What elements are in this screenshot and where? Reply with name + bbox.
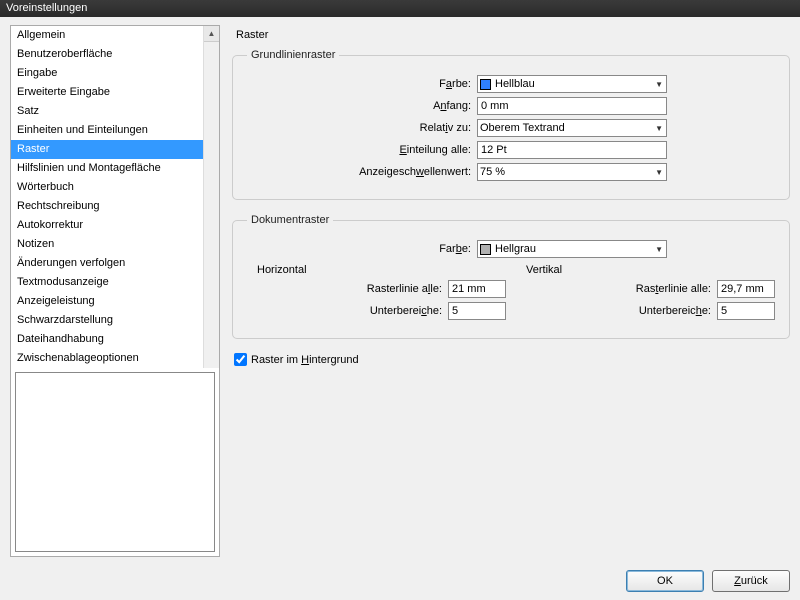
- back-button[interactable]: Zurück: [712, 570, 790, 592]
- sidebar-item-hilfslinien-und-montagefl-che[interactable]: Hilfslinien und Montagefläche: [11, 159, 219, 178]
- dialog-footer: OK Zurück: [626, 570, 790, 592]
- chevron-down-icon: ▼: [655, 245, 663, 254]
- sidebar-item-satz[interactable]: Satz: [11, 102, 219, 121]
- h-gridline-label: Rasterlinie alle:: [367, 283, 448, 295]
- sidebar-item-erweiterte-eingabe[interactable]: Erweiterte Eingabe: [11, 83, 219, 102]
- document-color-label: Farbe:: [247, 243, 477, 255]
- vertical-title: Vertikal: [526, 264, 775, 276]
- color-swatch-icon: [480, 244, 491, 255]
- grids-in-back-row: Raster im Hintergrund: [234, 353, 788, 366]
- grids-in-back-checkbox[interactable]: [234, 353, 247, 366]
- baseline-increment-input[interactable]: [477, 141, 667, 159]
- category-list: AllgemeinBenutzeroberflächeEingabeErweit…: [11, 26, 219, 368]
- sidebar-item-anzeigeleistung[interactable]: Anzeigeleistung: [11, 292, 219, 311]
- baseline-start-input[interactable]: [477, 97, 667, 115]
- v-gridline-input[interactable]: [717, 280, 775, 298]
- chevron-down-icon: ▼: [655, 168, 663, 177]
- baseline-increment-label: Einteilung alle:: [247, 144, 477, 156]
- grids-in-back-label[interactable]: Raster im Hintergrund: [251, 354, 359, 366]
- sidebar-item-allgemein[interactable]: Allgemein: [11, 26, 219, 45]
- horizontal-title: Horizontal: [257, 264, 506, 276]
- ok-button[interactable]: OK: [626, 570, 704, 592]
- v-sub-input[interactable]: [717, 302, 775, 320]
- baseline-relative-label: Relativ zu:: [247, 122, 477, 134]
- sidebar-item-textmodusanzeige[interactable]: Textmodusanzeige: [11, 273, 219, 292]
- sidebar-item-eingabe[interactable]: Eingabe: [11, 64, 219, 83]
- vertical-column: Vertikal Rasterlinie alle: Unterbereiche…: [516, 264, 775, 324]
- sidebar-preview-box: [15, 372, 215, 552]
- baseline-grid-group: Grundlinienraster Farbe: Hellblau ▼ Anfa…: [232, 49, 790, 200]
- window-titlebar: Voreinstellungen: [0, 0, 800, 17]
- window-title: Voreinstellungen: [6, 2, 87, 14]
- v-gridline-label: Rasterlinie alle:: [636, 283, 717, 295]
- document-grid-legend: Dokumentraster: [247, 214, 333, 226]
- sidebar-item--nderungen-verfolgen[interactable]: Änderungen verfolgen: [11, 254, 219, 273]
- h-sub-input[interactable]: [448, 302, 506, 320]
- document-grid-group: Dokumentraster Farbe: Hellgrau ▼ Horizon…: [232, 214, 790, 339]
- sidebar-item-autokorrektur[interactable]: Autokorrektur: [11, 216, 219, 235]
- page-title: Raster: [236, 29, 790, 41]
- sidebar-item-w-rterbuch[interactable]: Wörterbuch: [11, 178, 219, 197]
- h-sub-label: Unterbereiche:: [370, 305, 448, 317]
- horizontal-column: Horizontal Rasterlinie alle: Unterbereic…: [247, 264, 506, 324]
- baseline-threshold-dropdown[interactable]: 75 % ▼: [477, 163, 667, 181]
- sidebar-item-benutzeroberfl-che[interactable]: Benutzeroberfläche: [11, 45, 219, 64]
- chevron-down-icon: ▼: [655, 124, 663, 133]
- sidebar-item-dateihandhabung[interactable]: Dateihandhabung: [11, 330, 219, 349]
- baseline-threshold-label: Anzeigeschwellenwert:: [247, 166, 477, 178]
- v-sub-label: Unterbereiche:: [639, 305, 717, 317]
- sidebar-item-schwarzdarstellung[interactable]: Schwarzdarstellung: [11, 311, 219, 330]
- color-swatch-icon: [480, 79, 491, 90]
- sidebar-item-zwischenablageoptionen[interactable]: Zwischenablageoptionen: [11, 349, 219, 368]
- category-sidebar: AllgemeinBenutzeroberflächeEingabeErweit…: [10, 25, 220, 557]
- sidebar-item-einheiten-und-einteilungen[interactable]: Einheiten und Einteilungen: [11, 121, 219, 140]
- sidebar-scrollbar[interactable]: [203, 26, 219, 368]
- sidebar-item-notizen[interactable]: Notizen: [11, 235, 219, 254]
- baseline-grid-legend: Grundlinienraster: [247, 49, 339, 61]
- baseline-color-label: Farbe:: [247, 78, 477, 90]
- document-color-dropdown[interactable]: Hellgrau ▼: [477, 240, 667, 258]
- sidebar-item-rechtschreibung[interactable]: Rechtschreibung: [11, 197, 219, 216]
- baseline-color-dropdown[interactable]: Hellblau ▼: [477, 75, 667, 93]
- chevron-down-icon: ▼: [655, 80, 663, 89]
- sidebar-item-raster[interactable]: Raster: [11, 140, 219, 159]
- dialog-content: AllgemeinBenutzeroberflächeEingabeErweit…: [0, 17, 800, 557]
- baseline-start-label: Anfang:: [247, 100, 477, 112]
- baseline-relative-dropdown[interactable]: Oberem Textrand ▼: [477, 119, 667, 137]
- h-gridline-input[interactable]: [448, 280, 506, 298]
- main-panel: Raster Grundlinienraster Farbe: Hellblau…: [232, 25, 790, 557]
